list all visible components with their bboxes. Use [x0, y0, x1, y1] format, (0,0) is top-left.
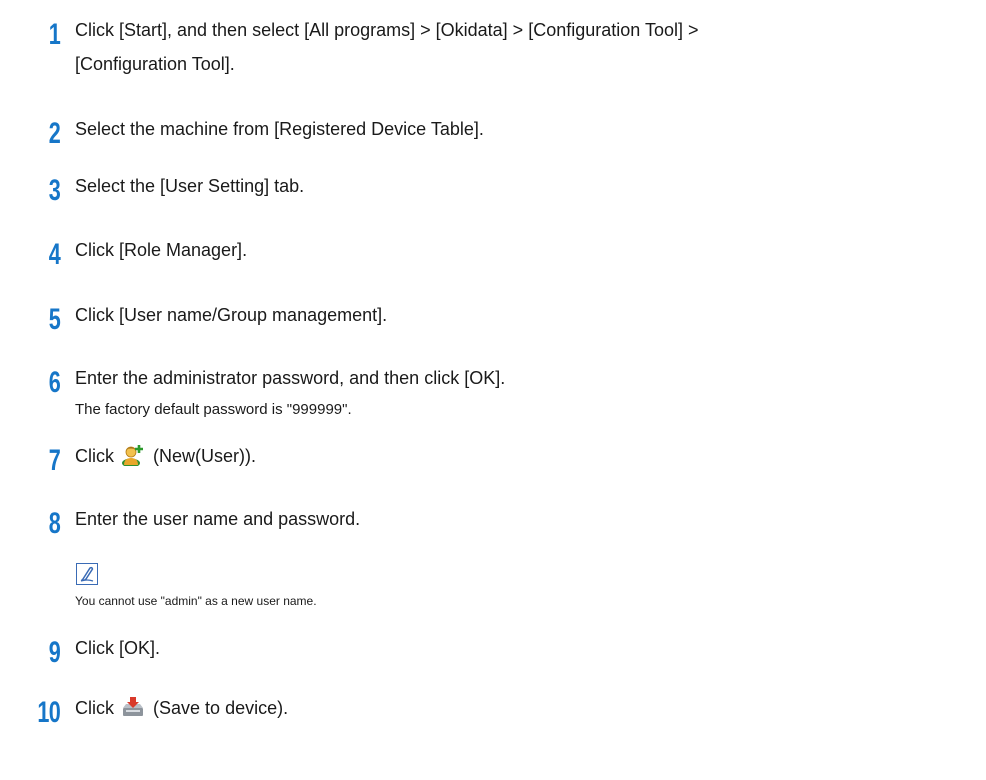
step-text: Enter the administrator password, and th…: [75, 368, 506, 388]
step-number: 2: [48, 117, 61, 150]
memo-pen-icon: [76, 563, 98, 585]
step-number: 8: [48, 507, 61, 540]
step-text: Click [OK].: [75, 638, 161, 658]
step-text: Click (New(User)).: [75, 440, 256, 476]
step-text: Click [User name/Group management].: [75, 305, 388, 325]
step-text-suffix: (Save to device).: [153, 698, 289, 718]
step-number: 6: [48, 366, 61, 399]
step-number: 1: [48, 18, 61, 51]
step-text: Select the machine from [Registered Devi…: [75, 119, 484, 139]
step-text: Click [Role Manager].: [75, 240, 248, 260]
step-number: 4: [48, 238, 61, 271]
step-number: 9: [48, 636, 61, 669]
step-number: 5: [48, 303, 61, 336]
step-number: 7: [48, 444, 61, 477]
step-text-prefix: Click: [75, 698, 114, 718]
step-text-prefix: Click: [75, 446, 114, 466]
save-to-device-icon: [121, 696, 145, 728]
note-text: You cannot use "admin" as a new user nam…: [75, 594, 317, 608]
step-text-line-2: [Configuration Tool].: [75, 54, 235, 74]
step-text: Enter the user name and password.: [75, 509, 361, 529]
step-text-suffix: (New(User)).: [153, 446, 257, 466]
step-text-line-1: Click [Start], and then select [All prog…: [75, 20, 699, 40]
step-number: 10: [37, 696, 60, 729]
step-subtext: The factory default password is "999999"…: [75, 401, 352, 418]
step-text: Click (Save to device).: [75, 692, 288, 728]
step-number: 3: [48, 174, 61, 207]
step-text: Select the [User Setting] tab.: [75, 176, 305, 196]
new-user-icon: [121, 444, 145, 476]
